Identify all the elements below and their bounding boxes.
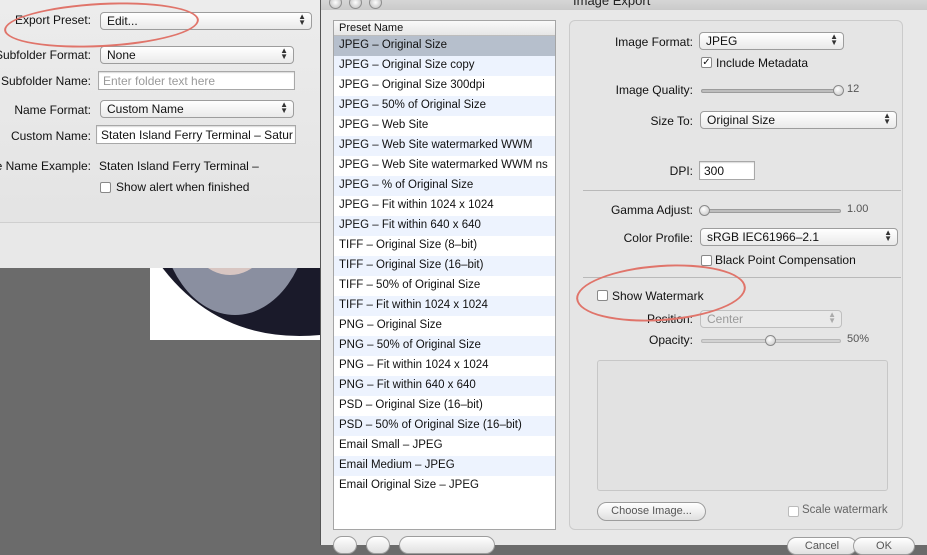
preset-list-item[interactable]: TIFF – 50% of Original Size	[334, 276, 555, 296]
image-format-label: Image Format:	[614, 35, 693, 49]
preset-list-item[interactable]: JPEG – Original Size copy	[334, 56, 555, 76]
preset-list-item[interactable]: TIFF – Fit within 1024 x 1024	[334, 296, 555, 316]
preset-list-item[interactable]: Email Original Size – JPEG	[334, 476, 555, 496]
preset-list-item[interactable]: Email Medium – JPEG	[334, 456, 555, 476]
black-point-label: Black Point Compensation	[715, 253, 856, 267]
panel-bottom-bar	[0, 222, 320, 268]
separator	[583, 190, 901, 191]
name-format-value: Custom Name	[107, 102, 184, 116]
subfolder-format-value: None	[107, 48, 136, 62]
watermark-preview-well	[597, 360, 888, 491]
remove-preset-button[interactable]	[366, 536, 390, 554]
preset-list-item[interactable]: PNG – Original Size	[334, 316, 555, 336]
name-format-label: Name Format:	[14, 103, 91, 117]
subfolder-format-popup[interactable]: None ▲ ▼	[100, 46, 294, 64]
gamma-slider-knob[interactable]	[699, 205, 710, 216]
gamma-slider-track[interactable]	[701, 209, 841, 213]
dpi-input[interactable]: 300	[699, 161, 755, 180]
image-quality-slider-track[interactable]	[701, 89, 841, 93]
popup-arrows-icon: ▲ ▼	[280, 100, 288, 115]
cancel-button[interactable]: Cancel	[787, 537, 857, 555]
dpi-value: 300	[704, 164, 725, 178]
preset-list-item[interactable]: TIFF – Original Size (16–bit)	[334, 256, 555, 276]
custom-name-value: Staten Island Ferry Terminal – Satur	[101, 128, 293, 142]
preset-list-item[interactable]: Email Small – JPEG	[334, 436, 555, 456]
include-metadata-label: Include Metadata	[716, 56, 809, 70]
preset-list-item[interactable]: PNG – Fit within 1024 x 1024	[334, 356, 555, 376]
subfolder-name-input[interactable]: Enter folder text here	[98, 71, 295, 90]
popup-arrows-icon: ▲ ▼	[298, 12, 306, 27]
color-profile-value: sRGB IEC61966–2.1	[707, 230, 820, 244]
preset-list-item[interactable]: JPEG – 50% of Original Size	[334, 96, 555, 116]
show-alert-label: Show alert when finished	[116, 180, 250, 194]
ok-button-label: OK	[876, 540, 892, 552]
scale-watermark-label: Scale watermark	[802, 504, 888, 516]
color-profile-popup[interactable]: sRGB IEC61966–2.1 ▲ ▼	[700, 228, 898, 246]
dialog-titlebar: Image Export	[321, 0, 927, 10]
include-metadata-checkbox[interactable]: ✓	[701, 57, 712, 68]
preset-list: Preset Name JPEG – Original Size JPEG – O…	[333, 20, 556, 530]
scale-watermark-checkbox[interactable]	[788, 506, 799, 517]
preset-list-item[interactable]: JPEG – Web Site watermarked WWM	[334, 136, 555, 156]
image-format-value: JPEG	[706, 34, 738, 48]
subfolder-name-label: Subfolder Name:	[0, 74, 91, 88]
show-alert-checkbox[interactable]	[100, 182, 111, 193]
preset-list-item[interactable]: PNG – Fit within 640 x 640	[334, 376, 555, 396]
cancel-button-label: Cancel	[804, 540, 840, 552]
black-point-checkbox[interactable]	[701, 255, 712, 266]
custom-name-label: Custom Name:	[10, 129, 91, 143]
preset-list-item[interactable]: PNG – 50% of Original Size	[334, 336, 555, 356]
popup-arrows-icon: ▲ ▼	[884, 228, 892, 243]
image-quality-slider-knob[interactable]	[833, 85, 844, 96]
dpi-label: DPI:	[669, 164, 693, 178]
preset-rows: JPEG – Original Size JPEG – Original Size…	[334, 36, 555, 496]
popup-arrows-icon: ▲ ▼	[883, 111, 891, 126]
preset-list-item[interactable]: PSD – Original Size (16–bit)	[334, 396, 555, 416]
opacity-slider-knob[interactable]	[765, 335, 776, 346]
preset-list-item[interactable]: JPEG – Fit within 640 x 640	[334, 216, 555, 236]
subfolder-format-label: Subfolder Format:	[0, 48, 91, 62]
add-preset-button[interactable]	[333, 536, 357, 554]
reset-preset-button[interactable]	[399, 536, 495, 554]
watermark-position-popup[interactable]: Center ▲ ▼	[700, 310, 842, 328]
preset-list-item[interactable]: JPEG – Web Site	[334, 116, 555, 136]
choose-image-button[interactable]: Choose Image...	[597, 502, 706, 521]
file-name-example-label: File Name Example:	[0, 159, 91, 173]
close-window-button[interactable]	[329, 0, 342, 9]
popup-arrows-icon: ▲ ▼	[830, 32, 838, 47]
file-name-example-value: Staten Island Ferry Terminal –	[99, 159, 259, 173]
choose-image-label: Choose Image...	[611, 505, 692, 517]
opacity-value: 50%	[847, 333, 870, 345]
color-profile-label: Color Profile:	[623, 231, 693, 245]
popup-arrows-icon: ▲ ▼	[280, 46, 288, 61]
zoom-window-button[interactable]	[369, 0, 382, 9]
image-quality-label: Image Quality:	[615, 83, 693, 97]
image-format-popup[interactable]: JPEG ▲ ▼	[699, 32, 844, 50]
preset-list-item[interactable]: JPEG – Fit within 1024 x 1024	[334, 196, 555, 216]
preset-list-item[interactable]: TIFF – Original Size (8–bit)	[334, 236, 555, 256]
gamma-value: 1.00	[847, 203, 869, 215]
custom-name-input[interactable]: Staten Island Ferry Terminal – Satur	[96, 125, 296, 144]
popup-arrows-icon: ▲ ▼	[828, 310, 836, 325]
opacity-label: Opacity:	[648, 333, 693, 347]
preset-list-header[interactable]: Preset Name	[334, 21, 555, 36]
size-to-popup[interactable]: Original Size ▲ ▼	[700, 111, 897, 129]
preset-list-item[interactable]: JPEG – Web Site watermarked WWM ns	[334, 156, 555, 176]
checkmark-icon: ✓	[702, 57, 711, 68]
preset-list-item[interactable]: JPEG – Original Size	[334, 36, 555, 56]
image-quality-value: 12	[847, 83, 860, 95]
subfolder-name-placeholder: Enter folder text here	[103, 74, 216, 88]
dialog-title: Image Export	[573, 0, 651, 8]
watermark-position-value: Center	[707, 312, 744, 326]
preset-list-item[interactable]: JPEG – Original Size 300dpi	[334, 76, 555, 96]
preset-list-item[interactable]: JPEG – % of Original Size	[334, 176, 555, 196]
gamma-adjust-label: Gamma Adjust:	[610, 203, 693, 217]
preset-list-item[interactable]: PSD – 50% of Original Size (16–bit)	[334, 416, 555, 436]
size-to-value: Original Size	[707, 113, 776, 127]
size-to-label: Size To:	[650, 114, 693, 128]
name-format-popup[interactable]: Custom Name ▲ ▼	[100, 100, 294, 118]
minimize-window-button[interactable]	[349, 0, 362, 9]
ok-button[interactable]: OK	[853, 537, 915, 555]
